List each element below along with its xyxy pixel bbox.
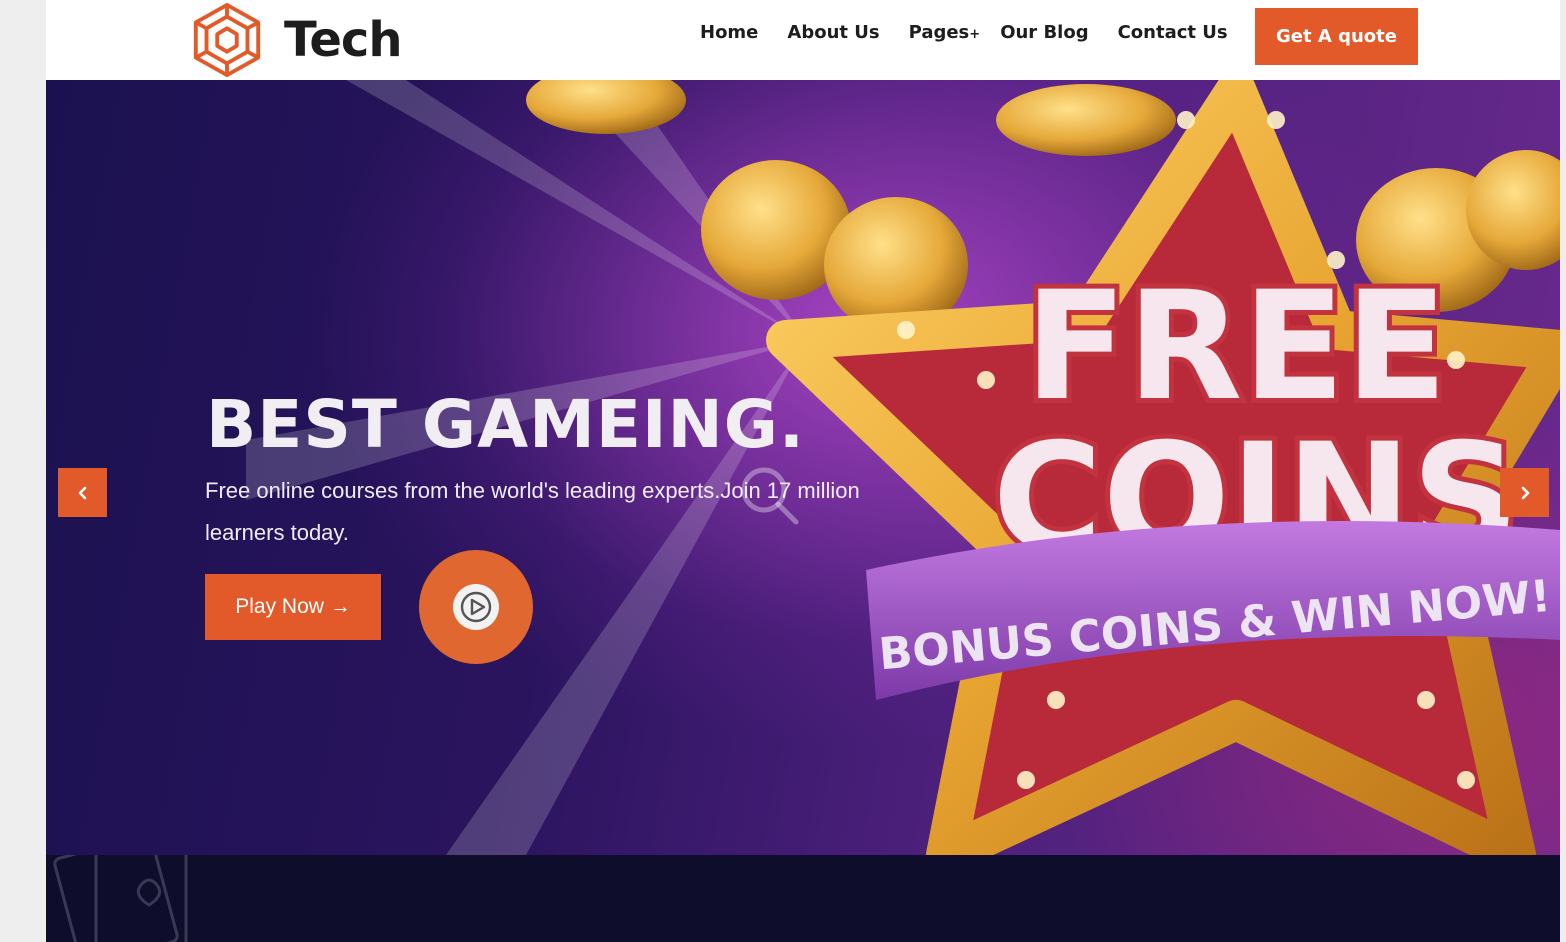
plus-icon: + [969,27,981,42]
nav-home[interactable]: Home [700,22,758,43]
nav-our-blog[interactable]: Our Blog [1000,22,1088,43]
site-header: Tech Home About Us Pages+ Our Blog Conta… [46,0,1560,80]
video-play-button[interactable] [419,550,533,664]
play-now-label: Play Now [235,595,324,618]
nav-pages[interactable]: Pages+ [909,22,981,43]
hero-slider: FREE COINS BONUS COINS & WIN NOW! BEST G… [46,80,1560,855]
nav-pages-label: Pages [908,22,970,43]
get-a-quote-button[interactable]: Get A quote [1255,8,1418,65]
nav-contact-us[interactable]: Contact Us [1118,22,1228,43]
search-icon [741,467,799,525]
hex-circuit-icon [193,2,261,78]
logo-text: Tech [284,12,403,68]
play-now-button[interactable]: Play Now → [205,574,381,640]
banner-text-free: FREE [1025,260,1448,434]
chevron-right-icon [1521,486,1529,499]
arrow-right-icon: → [329,595,351,618]
slider-prev-button[interactable] [58,468,107,517]
slider-next-button[interactable] [1500,468,1549,517]
chevron-left-icon [78,486,86,499]
play-circle-icon [453,584,499,630]
logo[interactable]: Tech [188,0,403,80]
page: Tech Home About Us Pages+ Our Blog Conta… [46,0,1560,942]
hero-banner-art: FREE COINS BONUS COINS & WIN NOW! [246,80,1560,855]
hero-title: BEST GAMEING. [206,386,805,464]
main-nav: Home About Us Pages+ Our Blog Contact Us [700,22,1257,43]
next-section [46,855,1560,942]
nav-about-us[interactable]: About Us [787,22,879,43]
hero-subtitle: Free online courses from the world's lea… [205,478,860,545]
cards-icon [53,855,188,942]
